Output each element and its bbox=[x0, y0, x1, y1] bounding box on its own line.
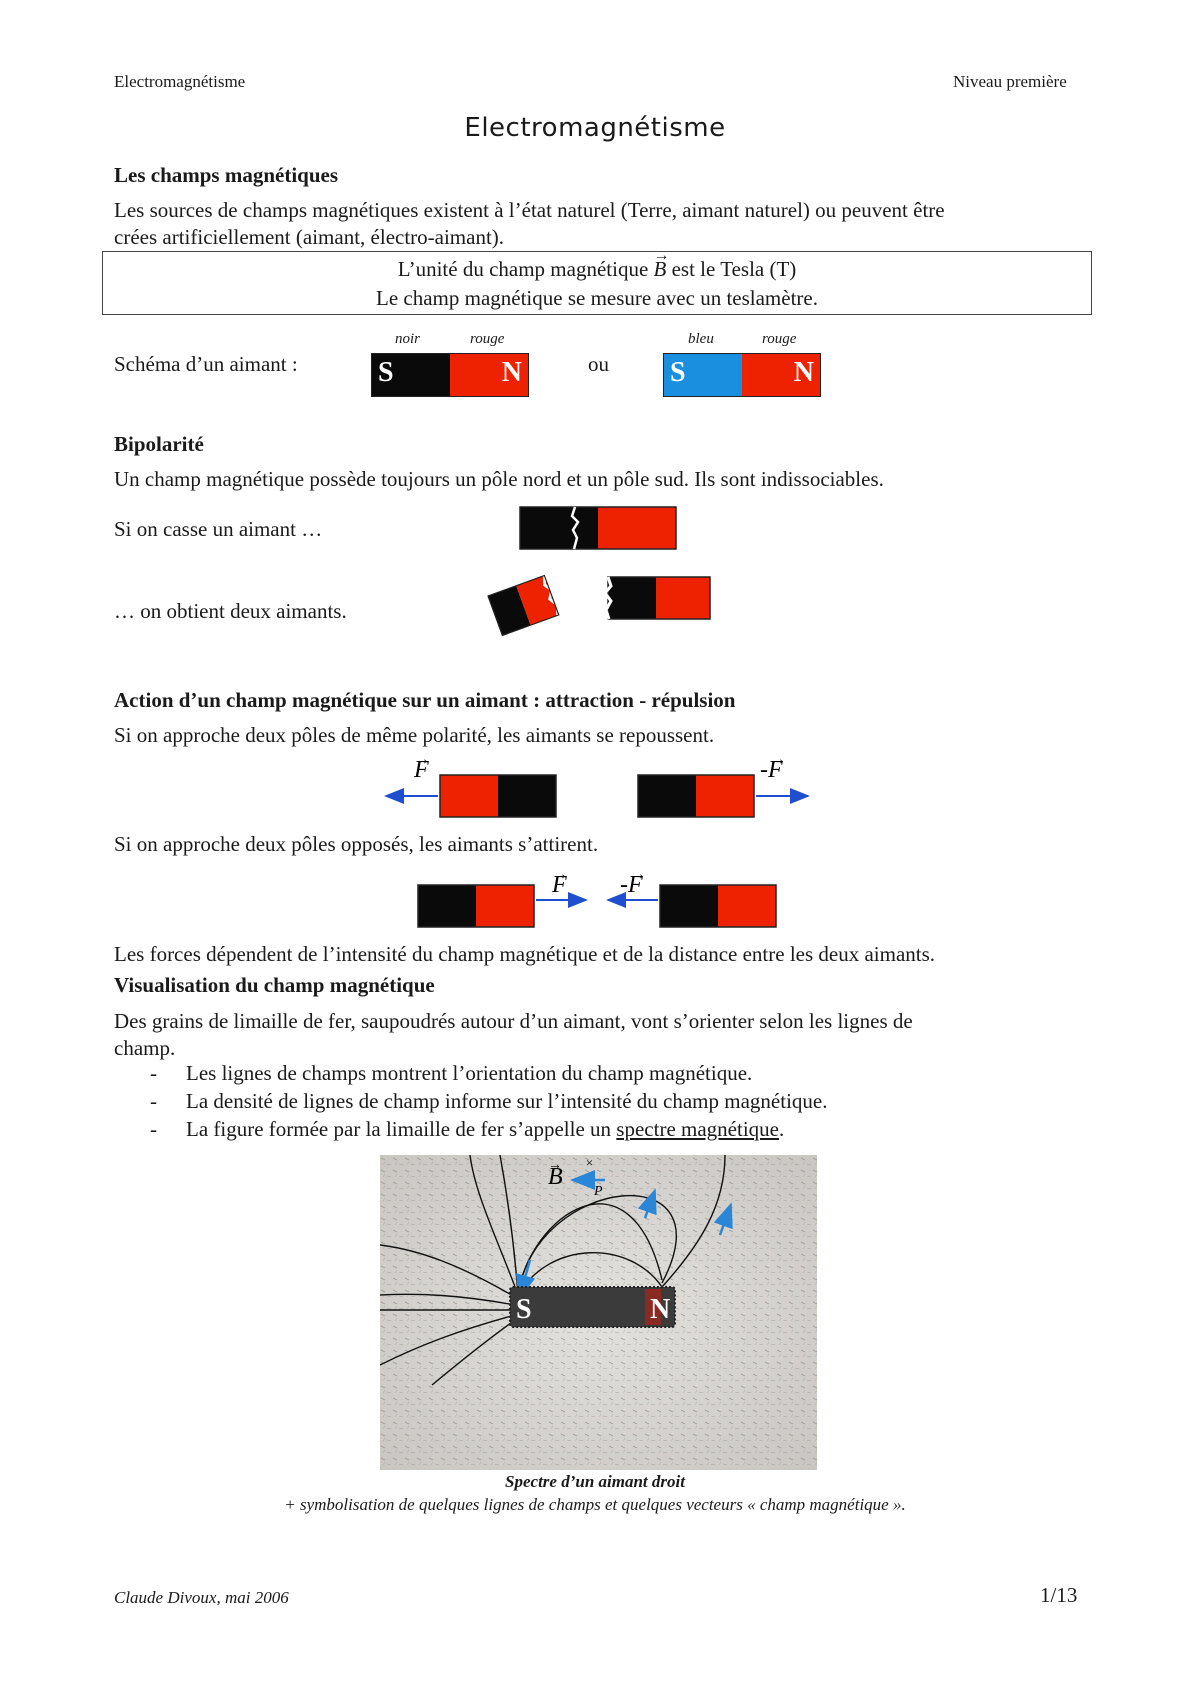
tesla-line1-pre: L’unité du champ magnétique bbox=[397, 257, 649, 281]
point-p-label: P bbox=[593, 1184, 603, 1199]
bullet-text: La densité de lignes de champ informe su… bbox=[186, 1089, 828, 1113]
vector-arrow-symbol: → bbox=[630, 866, 646, 883]
footer-author: Claude Divoux, mai 2006 bbox=[114, 1588, 289, 1607]
magnet1-right-color-label: rouge bbox=[470, 331, 505, 347]
bullet-dash: - bbox=[150, 1089, 157, 1113]
bullet-text: Les lignes de champs montrent l’orientat… bbox=[186, 1061, 753, 1085]
running-header-left: Electromagnétisme bbox=[114, 72, 246, 91]
schema-or: ou bbox=[588, 352, 609, 376]
forces-note: Les forces dépendent de l’intensité du c… bbox=[114, 942, 936, 966]
magnet1-left-color-label: noir bbox=[395, 331, 421, 347]
section-heading-action: Action d’un champ magnétique sur un aima… bbox=[114, 688, 736, 712]
page-number: 1/13 bbox=[1040, 1583, 1078, 1607]
vector-b-symbol: B bbox=[654, 257, 667, 281]
visualisation-paragraph-line2: champ. bbox=[114, 1036, 176, 1060]
spectre-magnetique-term: spectre magnétique bbox=[616, 1117, 779, 1141]
tesla-unit-line1: L’unité du champ magnétique B est le Tes… bbox=[103, 255, 1091, 284]
tesla-unit-line2: Le champ magnétique se mesure avec un te… bbox=[376, 286, 818, 310]
magnet2-north-pole: N bbox=[793, 357, 814, 388]
bullet-text-pre: La figure formée par la limaille de fer … bbox=[186, 1117, 617, 1141]
bullet-item: - La figure formée par la limaille de fe… bbox=[150, 1117, 784, 1142]
photo-north-pole: N bbox=[650, 1294, 670, 1325]
attraction-text: Si on approche deux pôles opposés, les a… bbox=[114, 832, 599, 856]
tesla-line1-post: est le Tesla (T) bbox=[671, 257, 797, 281]
vector-arrow-symbol: → bbox=[770, 752, 786, 768]
magnet1-north-half: N bbox=[450, 354, 528, 396]
attraction-magnet-left bbox=[417, 884, 535, 928]
iron-filings-spectrum-figure: × P B → S N bbox=[380, 1155, 817, 1470]
repulsion-text: Si on approche deux pôles de même polari… bbox=[114, 723, 715, 747]
running-header-right: Niveau première bbox=[953, 72, 1067, 91]
broken-piece-straight bbox=[603, 576, 711, 620]
section-heading-visualisation: Visualisation du champ magnétique bbox=[114, 973, 435, 997]
photo-south-pole: S bbox=[516, 1294, 532, 1325]
bullet-item: - Les lignes de champs montrent l’orient… bbox=[150, 1061, 752, 1086]
tesla-unit-box: L’unité du champ magnétique B est le Tes… bbox=[102, 251, 1092, 315]
vector-arrow-symbol: → bbox=[552, 866, 568, 883]
magnet1-north-pole: N bbox=[501, 357, 522, 388]
vector-arrow-symbol: → bbox=[414, 752, 430, 768]
section-heading-bipolarite: Bipolarité bbox=[114, 432, 204, 456]
vector-arrow-symbol: → bbox=[548, 1158, 562, 1173]
magnet1-south-half: S bbox=[372, 354, 450, 396]
magnet2-south-pole: S bbox=[670, 357, 686, 388]
bar-magnet-photo: S N bbox=[509, 1286, 676, 1328]
champs-paragraph-line2: crées artificiellement (aimant, électro-… bbox=[114, 225, 505, 249]
bullet-dash: - bbox=[150, 1061, 157, 1085]
magnet2-north-half: N bbox=[742, 354, 820, 396]
page-title: Electromagnétisme bbox=[464, 113, 726, 143]
magnet-schema-black-red: S N bbox=[371, 353, 529, 397]
broken-piece-tilted bbox=[487, 574, 560, 637]
broken-magnet-figure bbox=[487, 506, 711, 637]
figure-caption-title: Spectre d’un aimant droit bbox=[505, 1472, 685, 1491]
repulsion-magnet-left bbox=[439, 774, 557, 818]
bullet-dash: - bbox=[150, 1117, 157, 1141]
repulsion-magnet-right bbox=[637, 774, 755, 818]
visualisation-paragraph-line1: Des grains de limaille de fer, saupoudré… bbox=[114, 1009, 913, 1033]
attraction-magnet-right bbox=[659, 884, 777, 928]
section-heading-champs: Les champs magnétiques bbox=[114, 163, 339, 187]
bullet-text: La figure formée par la limaille de fer … bbox=[186, 1117, 784, 1142]
magnet2-right-color-label: rouge bbox=[762, 331, 797, 347]
magnet1-south-pole: S bbox=[378, 357, 394, 388]
cracked-magnet bbox=[519, 506, 677, 550]
point-p-marker: × bbox=[585, 1155, 594, 1170]
attraction-figure: F → -F → bbox=[417, 866, 777, 928]
magnet2-left-color-label: bleu bbox=[688, 331, 714, 347]
champs-paragraph-line1: Les sources de champs magnétiques existe… bbox=[114, 198, 945, 222]
figure-caption-description: + symbolisation de quelques lignes de ch… bbox=[284, 1495, 906, 1514]
bipolarite-paragraph: Un champ magnétique possède toujours un … bbox=[114, 467, 884, 491]
bullet-item: - La densité de lignes de champ informe … bbox=[150, 1089, 827, 1114]
repulsion-figure: F → -F → bbox=[384, 752, 810, 818]
magnet2-south-half: S bbox=[664, 354, 742, 396]
bullet-text-post: . bbox=[778, 1117, 785, 1141]
magnet-schema-blue-red: S N bbox=[663, 353, 821, 397]
